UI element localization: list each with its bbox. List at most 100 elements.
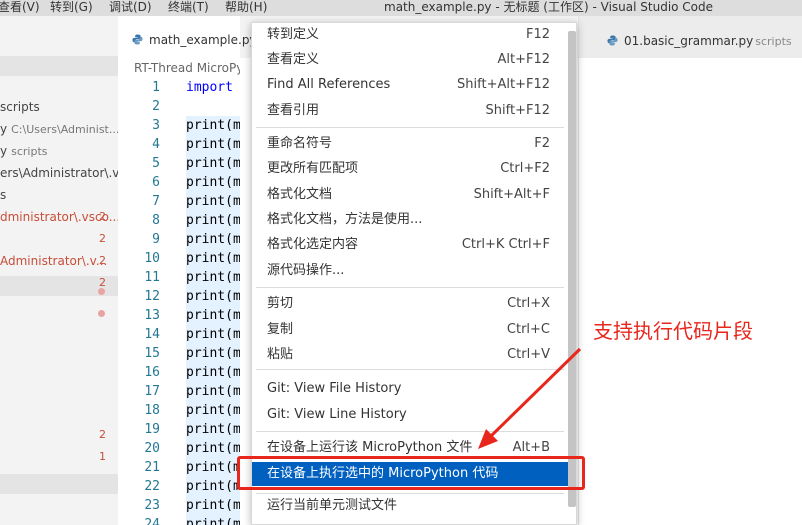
sidebar-file-label: s — [0, 188, 7, 202]
menu-item-label: Git: View Line History — [267, 407, 407, 422]
sidebar-file-label: scripts — [0, 100, 40, 114]
context-menu-item[interactable]: 格式化选定内容 Ctrl+K Ctrl+F — [252, 233, 568, 257]
sidebar-file-path: C:\Users\Administ... — [11, 123, 118, 136]
problem-count-badge: 2 — [99, 210, 106, 223]
sidebar-file-row[interactable]: 1 — [0, 446, 118, 468]
code-line[interactable]: 14 print(m — [118, 325, 240, 344]
line-number: 2 — [152, 99, 160, 114]
line-number: 6 — [152, 175, 160, 190]
menu-debug[interactable]: 调试(D) — [109, 0, 152, 16]
code-line[interactable]: 8 print(m — [118, 211, 240, 230]
sidebar-file-row[interactable]: dministrator\.vsco... 2 — [0, 206, 118, 228]
tab-basic-grammar[interactable]: 01.basic_grammar.py scripts — [607, 28, 792, 54]
editor-context-menu: 转到定义 F12 查看定义 Alt+F12 Find All References Shi… — [251, 22, 577, 525]
code-line[interactable]: 10 print(m — [118, 249, 240, 268]
problem-count-badge: 2 — [99, 254, 106, 267]
context-menu-item[interactable]: Git: View Line History — [252, 403, 568, 427]
code-line[interactable]: 24 print(m — [118, 515, 240, 525]
code-text: print(m — [186, 460, 240, 475]
menu-separator — [256, 431, 564, 432]
code-line[interactable]: 4 print(m — [118, 135, 240, 154]
code-line[interactable]: 15 print(m — [118, 344, 240, 363]
sidebar-file-row[interactable]: y C:\Users\Administ... — [0, 118, 118, 140]
sidebar-file-row[interactable]: 2 — [0, 424, 118, 446]
code-line[interactable]: 19 print(m — [118, 420, 240, 439]
menu-item-label: 格式化文档，方法是使用... — [267, 212, 423, 227]
tab-description: scripts — [755, 35, 792, 48]
menu-scrollbar[interactable] — [568, 31, 576, 507]
python-file-icon — [607, 35, 618, 46]
code-line[interactable]: 9 print(m — [118, 230, 240, 249]
code-line[interactable]: 3 print(m — [118, 116, 240, 135]
code-line[interactable]: 5 print(m — [118, 154, 240, 173]
menu-item-label: 查看定义 — [267, 52, 320, 67]
context-menu-item[interactable]: 复制 Ctrl+C — [252, 318, 568, 342]
code-line[interactable]: 6 print(m — [118, 173, 240, 192]
breadcrumb[interactable]: RT-Thread MicroPy — [134, 58, 240, 78]
context-menu-item[interactable]: 转到定义 F12 — [252, 23, 568, 47]
sidebar-file-row[interactable]: y scripts — [0, 140, 118, 162]
code-line[interactable]: 17 print(m — [118, 382, 240, 401]
context-menu-item[interactable]: 格式化文档，方法是使用... — [252, 208, 568, 232]
code-text: print(m — [186, 232, 240, 247]
code-line[interactable]: 21 print(m — [118, 458, 240, 477]
line-number: 11 — [144, 270, 160, 285]
tab-label: 01.basic_grammar.py — [624, 34, 754, 48]
problem-count-badge: 1 — [99, 450, 106, 463]
right-editor-group: 01.basic_grammar.py scripts — [578, 16, 802, 525]
context-menu-item[interactable]: 粘贴 Ctrl+V — [252, 343, 568, 367]
sidebar-file-row[interactable] — [0, 316, 118, 338]
sidebar-section-header[interactable] — [0, 56, 118, 76]
menu-view[interactable]: 查看(V) — [0, 0, 40, 16]
menu-help[interactable]: 帮助(H) — [225, 0, 267, 16]
context-menu-item[interactable]: 重命名符号 F2 — [252, 132, 568, 156]
line-number: 10 — [144, 251, 160, 266]
code-line[interactable]: 22 print(m — [118, 477, 240, 496]
menu-item-label: 剪切 — [267, 296, 294, 311]
sidebar-section-header[interactable] — [0, 474, 118, 494]
context-menu-item[interactable]: Git: View File History — [252, 377, 568, 401]
code-line[interactable]: 12 print(m — [118, 287, 240, 306]
code-line[interactable]: 1 import — [118, 78, 240, 97]
menu-item-label: 源代码操作... — [267, 263, 345, 278]
context-menu-item[interactable]: 查看引用 Shift+F12 — [252, 99, 568, 123]
code-text: print(m — [186, 346, 240, 361]
sidebar-file-row[interactable]: Administrator\.v... 2 — [0, 250, 118, 272]
line-number: 13 — [144, 308, 160, 323]
line-number: 21 — [144, 460, 160, 475]
line-number: 22 — [144, 479, 160, 494]
code-editor[interactable]: 1 import 2 3 print(m 4 print(m 5 print(m 6 print(m… — [118, 78, 240, 525]
menu-separator — [256, 127, 564, 128]
context-menu-item[interactable]: Find All References Shift+Alt+F12 — [252, 73, 568, 97]
menu-item-shortcut: Ctrl+F2 — [500, 161, 550, 176]
highlight-box — [237, 456, 585, 490]
tab-math-example[interactable]: math_example.py — [118, 16, 257, 58]
context-menu-item[interactable]: 运行当前单元测试文件 — [252, 494, 568, 518]
line-number: 23 — [144, 498, 160, 513]
context-menu-item[interactable]: 剪切 Ctrl+X — [252, 292, 568, 316]
code-line[interactable]: 13 print(m — [118, 306, 240, 325]
code-line[interactable]: 23 print(m — [118, 496, 240, 515]
menu-item-label: Find All References — [267, 77, 391, 92]
line-number: 12 — [144, 289, 160, 304]
sidebar-file-row[interactable]: s — [0, 184, 118, 206]
sidebar-file-label: y scripts — [0, 144, 48, 158]
menu-terminal[interactable]: 终端(T) — [168, 0, 209, 16]
sidebar-file-row[interactable]: scripts — [0, 96, 118, 118]
code-line[interactable]: 18 print(m — [118, 401, 240, 420]
context-menu-item[interactable]: 源代码操作... — [252, 259, 568, 283]
code-line[interactable]: 16 print(m — [118, 363, 240, 382]
code-line[interactable]: 20 print(m — [118, 439, 240, 458]
code-line[interactable]: 11 print(m — [118, 268, 240, 287]
menu-item-label: 格式化文档 — [267, 187, 333, 202]
code-text: print(m — [186, 479, 240, 494]
sidebar-file-row[interactable]: ers\Administrator\.vs... — [0, 162, 118, 184]
menu-goto[interactable]: 转到(G) — [50, 0, 93, 16]
context-menu-item[interactable]: 格式化文档 Shift+Alt+F — [252, 183, 568, 207]
code-line[interactable]: 7 print(m — [118, 192, 240, 211]
code-line[interactable]: 2 — [118, 97, 240, 116]
context-menu-item[interactable]: 查看定义 Alt+F12 — [252, 48, 568, 72]
menu-bar: 查看(V) 转到(G) 调试(D) 终端(T) 帮助(H) math_examp… — [0, 0, 802, 16]
context-menu-item[interactable]: 更改所有匹配项 Ctrl+F2 — [252, 157, 568, 181]
sidebar-file-row[interactable]: 2 — [0, 228, 118, 250]
